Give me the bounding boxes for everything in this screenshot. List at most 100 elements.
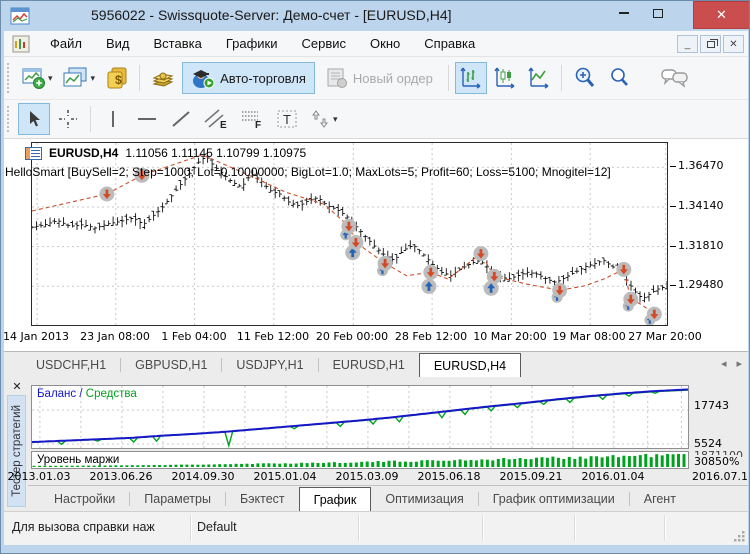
price-axis[interactable]: 1.364701.341401.318101.29480	[668, 139, 748, 329]
cursor-tool-button[interactable]	[18, 103, 50, 135]
channel-tool-button[interactable]: E	[199, 103, 233, 135]
tester-date-label: 2015.06.18	[418, 470, 481, 483]
chart-tab-eurusd-h4[interactable]: EURUSD,H4	[419, 353, 521, 377]
new-chart-button[interactable]: ▾	[18, 62, 57, 94]
chart-bars-button[interactable]	[455, 62, 487, 94]
tester-date-label: 2015.03.09	[336, 470, 399, 483]
horizontal-line-tool-button[interactable]	[131, 103, 163, 135]
toolbar-separator	[561, 65, 562, 91]
fibonacci-icon: F	[239, 108, 265, 130]
menu-insert[interactable]: Вставка	[142, 32, 214, 55]
chart-line-button[interactable]	[523, 62, 555, 94]
zoom-out-button[interactable]	[604, 62, 636, 94]
tab-scroll-right-icon[interactable]: ▸	[736, 357, 742, 370]
window-title: 5956022 - Swissquote-Server: Демо-счет -…	[91, 7, 452, 23]
history-center-icon	[150, 66, 176, 90]
profiles-button[interactable]: ▾	[59, 62, 100, 94]
new-order-button[interactable]: Новый ордер	[317, 62, 442, 94]
chart-bars-icon	[459, 66, 483, 90]
tester-tab-optimization[interactable]: Оптимизация	[371, 486, 477, 511]
balance-legend-label: Баланс	[37, 388, 76, 400]
menu-view[interactable]: Вид	[94, 32, 142, 55]
status-profile[interactable]: Default	[197, 520, 352, 534]
time-axis-label: 19 Mar 08:00	[552, 330, 625, 343]
toolbar-grip[interactable]	[7, 106, 13, 133]
standard-toolbar: ▾ ▾ $	[4, 57, 748, 100]
status-help-text: Для вызова справки наж	[12, 520, 188, 534]
chat-button[interactable]	[656, 62, 694, 94]
time-axis[interactable]: 14 Jan 201323 Jan 08:001 Feb 04:0011 Feb…	[31, 330, 668, 346]
svg-text:T: T	[283, 112, 291, 127]
tester-date-label: 2014.09.30	[172, 470, 235, 483]
tester-panel-title-bar[interactable]: Тестер стратегий	[7, 395, 26, 507]
autotrade-button[interactable]: Авто-торговля	[182, 62, 315, 94]
menu-file[interactable]: Файл	[38, 32, 94, 55]
close-button[interactable]: ✕	[693, 1, 750, 29]
toolbar-grip[interactable]	[7, 63, 13, 92]
tester-tab-optimization-graph[interactable]: График оптимизации	[479, 486, 629, 511]
tester-tab-graph[interactable]: График	[299, 487, 372, 511]
zoom-in-button[interactable]	[568, 62, 602, 94]
mdi-close-button[interactable]: ✕	[723, 35, 744, 53]
history-center-button[interactable]	[146, 62, 180, 94]
new-chart-dropdown-icon[interactable]: ▾	[48, 73, 53, 84]
equidistant-channel-icon: E	[203, 108, 229, 130]
maximize-button[interactable]	[642, 1, 674, 25]
crosshair-tool-button[interactable]	[52, 103, 84, 135]
ea-status-line: HelloSmart [BuySell=2; Step=1000; Lot=0.…	[5, 165, 611, 179]
arrows-dropdown-icon[interactable]: ▾	[333, 114, 338, 125]
time-axis-label: 1 Feb 04:00	[161, 330, 226, 343]
tester-tab-settings[interactable]: Настройки	[40, 486, 129, 511]
chart-window[interactable]: EURUSD,H4 1.11056 1.11145 1.10799 1.1097…	[4, 139, 748, 351]
price-axis-label: 1.31810	[678, 239, 724, 252]
strategy-tester-panel: ✕ Тестер стратегий Баланс / Средства Уро…	[4, 377, 748, 511]
chart-line-icon	[527, 66, 551, 90]
chart-tab-eurusd-h1[interactable]: EURUSD,H1	[319, 352, 419, 377]
autotrade-icon	[191, 67, 215, 89]
profiles-dropdown-icon[interactable]: ▾	[91, 73, 96, 84]
chart-ohlc-values: 1.11056 1.11145 1.10799 1.10975	[125, 146, 306, 160]
tester-side-bar[interactable]: ✕ Тестер стратегий	[5, 377, 28, 511]
tester-tab-bar: Настройки Параметры Бэктест График Оптим…	[28, 485, 748, 511]
menu-help[interactable]: Справка	[412, 32, 487, 55]
tester-margin-graph[interactable]: Уровень маржи	[31, 451, 689, 469]
menu-tools[interactable]: Сервис	[290, 32, 359, 55]
crosshair-icon	[57, 108, 79, 130]
symbols-button[interactable]: $	[101, 62, 133, 94]
time-axis-label: 11 Feb 12:00	[237, 330, 309, 343]
fibonacci-tool-button[interactable]: F	[235, 103, 269, 135]
line-studies-toolbar: E F T ▾	[4, 100, 748, 139]
tester-close-button[interactable]: ✕	[10, 379, 24, 393]
chart-candles-button[interactable]	[489, 62, 521, 94]
maximize-icon	[653, 9, 663, 18]
title-bar[interactable]: 5956022 - Swissquote-Server: Демо-счет -…	[1, 1, 749, 31]
zoom-in-icon	[572, 66, 598, 90]
resize-grip[interactable]	[733, 530, 746, 543]
vertical-line-tool-button[interactable]	[97, 103, 129, 135]
minimize-button[interactable]	[608, 1, 640, 25]
menu-charts[interactable]: Графики	[214, 32, 290, 55]
menu-window[interactable]: Окно	[358, 32, 412, 55]
time-axis-label: 28 Feb 12:00	[395, 330, 467, 343]
chart-tab-usdchf[interactable]: USDCHF,H1	[22, 352, 120, 377]
mdi-close-icon: ✕	[729, 39, 737, 50]
tester-tab-backtest[interactable]: Бэктест	[226, 486, 299, 511]
text-tool-button[interactable]: T	[271, 103, 303, 135]
tester-tab-parameters[interactable]: Параметры	[130, 486, 225, 511]
chart-tab-usdjpy[interactable]: USDJPY,H1	[222, 352, 317, 377]
app-icon	[10, 6, 30, 26]
tester-date-label: 2013.01.03	[8, 470, 71, 483]
price-axis-label: 1.36470	[678, 159, 724, 172]
tester-balance-graph[interactable]: Баланс / Средства	[31, 385, 689, 449]
mdi-minimize-button[interactable]: _	[677, 35, 698, 53]
equity-legend-label: Средства	[86, 388, 137, 400]
mdi-restore-button[interactable]	[700, 35, 721, 53]
chart-tab-gbpusd[interactable]: GBPUSD,H1	[121, 352, 221, 377]
tester-tab-agent[interactable]: Агент	[630, 486, 690, 511]
tab-scroll-left-icon[interactable]: ◂	[721, 357, 727, 370]
tab-scroll-buttons: ◂ ▸	[721, 357, 742, 370]
trendline-tool-button[interactable]	[165, 103, 197, 135]
arrows-tool-button[interactable]: ▾	[305, 103, 342, 135]
chart-symbol-label: EURUSD,H4	[49, 146, 118, 160]
tester-last-date: 2016.07.1	[692, 470, 748, 483]
